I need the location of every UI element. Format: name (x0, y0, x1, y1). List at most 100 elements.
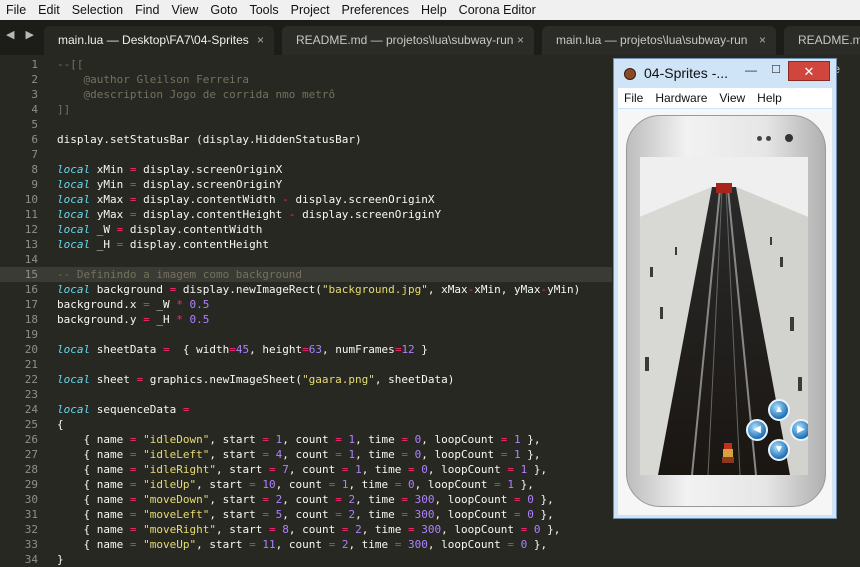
line-number: 2 (31, 73, 38, 86)
line-number: 1 (31, 58, 38, 71)
simulator-window: 04-Sprites -... — ☐ ✕ File Hardware View… (613, 58, 837, 519)
line-number: 11 (24, 208, 38, 221)
line-number: 19 (24, 328, 38, 341)
tab-nav-arrows[interactable]: ◀ ▶ (6, 28, 38, 41)
simulator-menu-bar: File Hardware View Help (618, 88, 832, 108)
code-line[interactable]: local _H = display.contentHeight (57, 237, 269, 252)
code-line[interactable]: ]] (57, 102, 70, 117)
line-number: 5 (31, 118, 38, 131)
dpad-down-button[interactable]: ▼ (768, 439, 790, 461)
tab-close-icon[interactable]: × (759, 26, 766, 55)
tab-readme-subway[interactable]: README.md — projetos\lua\subway-run × (282, 26, 534, 55)
gaara-sprite (722, 443, 734, 463)
line-number: 30 (24, 493, 38, 506)
code-line[interactable]: local background = display.newImageRect(… (57, 282, 580, 297)
menu-item-edit[interactable]: Edit (32, 0, 66, 20)
simulator-title-bar[interactable]: 04-Sprites -... — ☐ ✕ (614, 59, 836, 87)
tab-close-icon[interactable]: × (517, 26, 524, 55)
dpad-left-button[interactable]: ◀ (746, 419, 768, 441)
sim-menu-help[interactable]: Help (751, 91, 788, 105)
line-number: 14 (24, 253, 38, 266)
simulator-title: 04-Sprites -... (644, 65, 729, 81)
tab-readme-partial[interactable]: README.md — proje (784, 26, 860, 76)
line-number: 12 (24, 223, 38, 236)
code-line[interactable]: local sheet = graphics.newImageSheet("ga… (57, 372, 454, 387)
menu-item-file[interactable]: File (0, 0, 32, 20)
menu-item-view[interactable]: View (165, 0, 204, 20)
line-number: 15 (24, 268, 38, 281)
menu-item-find[interactable]: Find (129, 0, 165, 20)
menu-item-corona-editor[interactable]: Corona Editor (453, 0, 542, 20)
sim-menu-hardware[interactable]: Hardware (649, 91, 713, 105)
line-number: 17 (24, 298, 38, 311)
code-line[interactable]: --[[ (57, 57, 84, 72)
menu-item-help[interactable]: Help (415, 0, 453, 20)
menu-item-project[interactable]: Project (285, 0, 336, 20)
code-line[interactable]: { name = "moveUp", start = 11, count = 2… (57, 537, 547, 552)
code-line[interactable]: { name = "idleRight", start = 7, count =… (57, 462, 547, 477)
code-line[interactable]: background.x = _W * 0.5 (57, 297, 209, 312)
sim-menu-file[interactable]: File (618, 91, 649, 105)
dpad-right-button[interactable]: ▶ (790, 419, 808, 441)
menu-item-preferences[interactable]: Preferences (336, 0, 415, 20)
tab-label: README.md — projetos\lua\subway-run (296, 33, 514, 47)
code-line[interactable]: } (57, 552, 64, 567)
line-number: 10 (24, 193, 38, 206)
line-number: 29 (24, 478, 38, 491)
code-line[interactable]: -- Definindo a imagem como background (57, 267, 302, 282)
line-number: 32 (24, 523, 38, 536)
sim-menu-view[interactable]: View (713, 91, 751, 105)
minimize-button[interactable]: — (740, 63, 762, 79)
tab-label: main.lua — projetos\lua\subway-run (556, 33, 748, 47)
line-number: 33 (24, 538, 38, 551)
menu-item-goto[interactable]: Goto (204, 0, 243, 20)
close-button[interactable]: ✕ (788, 61, 830, 81)
code-line[interactable]: background.y = _H * 0.5 (57, 312, 209, 327)
menu-item-tools[interactable]: Tools (243, 0, 284, 20)
code-line[interactable]: local xMax = display.contentWidth - disp… (57, 192, 435, 207)
line-number: 9 (31, 178, 38, 191)
line-number: 25 (24, 418, 38, 431)
code-line[interactable]: local yMax = display.contentHeight - dis… (57, 207, 441, 222)
game-screen[interactable]: ▲ ▼ ◀ ▶ (640, 157, 808, 475)
code-line[interactable]: display.setStatusBar (display.HiddenStat… (57, 132, 362, 147)
tab-close-icon[interactable]: × (257, 26, 264, 55)
code-line[interactable]: { (57, 417, 64, 432)
tab-label: main.lua — Desktop\FA7\04-Sprites (58, 33, 249, 47)
phone-camera-icon (785, 134, 793, 142)
line-number: 31 (24, 508, 38, 521)
corona-app-icon (624, 68, 636, 80)
code-line[interactable]: local sequenceData = (57, 402, 189, 417)
line-number: 22 (24, 373, 38, 386)
line-number: 20 (24, 343, 38, 356)
menu-bar: File Edit Selection Find View Goto Tools Projec… (0, 0, 860, 20)
code-line[interactable]: @description Jogo de corrida nmo metrô (57, 87, 335, 102)
line-number: 8 (31, 163, 38, 176)
code-line[interactable]: { name = "idleUp", start = 10, count = 1… (57, 477, 533, 492)
line-number: 13 (24, 238, 38, 251)
line-number: 6 (31, 133, 38, 146)
line-number: 23 (24, 388, 38, 401)
code-line[interactable]: @author Gleilson Ferreira (57, 72, 249, 87)
line-number: 18 (24, 313, 38, 326)
line-number: 26 (24, 433, 38, 446)
phone-sensor-icon (766, 136, 771, 141)
code-line[interactable]: local yMin = display.screenOriginY (57, 177, 282, 192)
line-number: 24 (24, 403, 38, 416)
tab-main-lua-subway[interactable]: main.lua — projetos\lua\subway-run × (542, 26, 776, 55)
code-line[interactable]: local sheetData = { width=45, height=63,… (57, 342, 428, 357)
menu-item-selection[interactable]: Selection (66, 0, 129, 20)
line-number: 28 (24, 463, 38, 476)
code-line[interactable]: local _W = display.contentWidth (57, 222, 262, 237)
code-line[interactable]: local xMin = display.screenOriginX (57, 162, 282, 177)
code-line[interactable]: { name = "moveRight", start = 8, count =… (57, 522, 560, 537)
code-line[interactable]: { name = "moveLeft", start = 5, count = … (57, 507, 553, 522)
code-line[interactable]: { name = "idleLeft", start = 4, count = … (57, 447, 540, 462)
dpad-up-button[interactable]: ▲ (768, 399, 790, 421)
code-line[interactable]: { name = "moveDown", start = 2, count = … (57, 492, 553, 507)
code-line[interactable]: { name = "idleDown", start = 1, count = … (57, 432, 540, 447)
subway-background-image (640, 157, 808, 475)
maximize-button[interactable]: ☐ (766, 63, 786, 79)
tab-main-lua-sprites[interactable]: main.lua — Desktop\FA7\04-Sprites × (44, 26, 274, 55)
tab-bar: ◀ ▶ main.lua — Desktop\FA7\04-Sprites × … (0, 20, 860, 76)
